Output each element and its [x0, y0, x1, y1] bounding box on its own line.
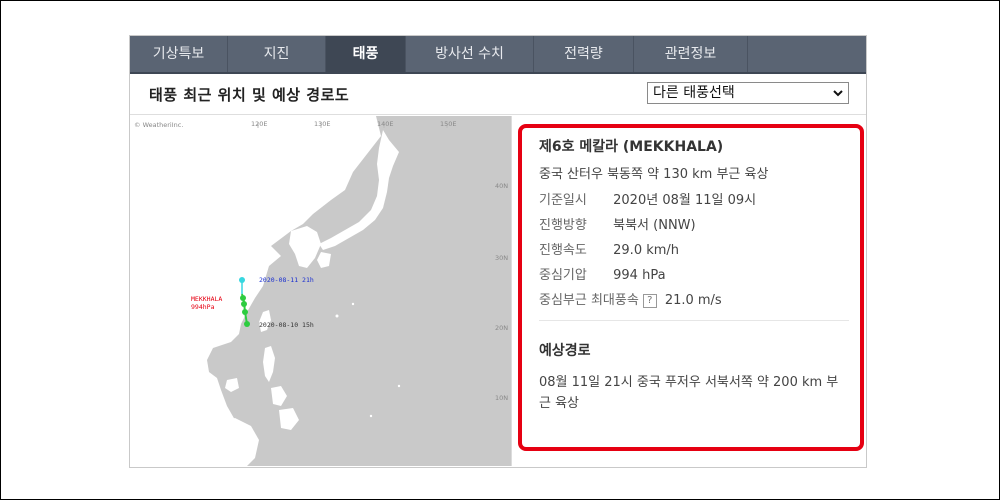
- info-row-direction: 진행방향 북북서 (NNW): [539, 214, 696, 233]
- track-point-start: [244, 321, 250, 327]
- lat-label-40n: 40N: [495, 182, 508, 190]
- lat-label-20n: 20N: [495, 324, 508, 332]
- storm-label-pressure: 994hPa: [191, 303, 215, 311]
- info-value: 29.0 km/h: [613, 243, 680, 258]
- track-point-1: [240, 295, 246, 301]
- typhoon-select[interactable]: 다른 태풍선택: [647, 82, 849, 104]
- forecast-title: 예상경로: [539, 343, 591, 359]
- tab-bar: 기상특보 지진 태풍 방사선 수치 전력량 관련정보: [130, 36, 866, 72]
- info-label: 기준일시: [539, 193, 587, 208]
- tab-power[interactable]: 전력량: [534, 36, 634, 72]
- map-copyright: © WeatheriInc.: [134, 121, 183, 129]
- info-label: 진행속도: [539, 243, 587, 258]
- typhoon-track-map: © WeatheriInc. 120E 130E 140E 150E 40N 3…: [131, 116, 511, 466]
- info-separator: [539, 320, 849, 321]
- track-end-time-label: 2020-08-11 21h: [259, 276, 314, 284]
- lat-label-30n: 30N: [495, 254, 508, 262]
- typhoon-name: 제6호 메칼라 (MEKKHALA): [539, 139, 724, 155]
- track-start-time-label: 2020-08-10 15h: [259, 321, 314, 329]
- forecast-text: 08월 11일 21시 중국 푸저우 서북서쪽 약 200 km 부근 육상: [539, 375, 839, 411]
- track-point-3: [242, 309, 248, 315]
- typhoon-info-panel: 제6호 메칼라 (MEKKHALA) 중국 산터우 북동쪽 약 130 km 부…: [518, 124, 864, 451]
- header-divider: [130, 114, 866, 115]
- lat-label-10n: 10N: [495, 394, 508, 402]
- typhoon-select-value: 다른 태풍선택: [653, 85, 735, 101]
- tab-typhoon[interactable]: 태풍: [326, 36, 406, 72]
- help-icon[interactable]: ?: [642, 293, 657, 308]
- tab-empty: [748, 36, 866, 72]
- tab-weather-warning[interactable]: 기상특보: [130, 36, 228, 72]
- forecast-position-marker: [239, 277, 245, 283]
- panel-divider: [511, 116, 512, 466]
- typhoon-location: 중국 산터우 북동쪽 약 130 km 부근 육상: [539, 167, 769, 182]
- info-value: 994 hPa: [613, 268, 666, 283]
- lon-label-120e: 120E: [251, 120, 268, 128]
- info-value: 2020년 08월 11일 09시: [613, 193, 757, 208]
- info-label: 중심부근 최대풍속: [539, 293, 639, 308]
- tab-earthquake[interactable]: 지진: [228, 36, 326, 72]
- info-label: 중심기압: [539, 268, 587, 283]
- lon-label-150e: 150E: [440, 120, 457, 128]
- track-point-2: [241, 301, 247, 307]
- info-row-speed: 진행속도 29.0 km/h: [539, 239, 679, 258]
- info-row-pressure: 중심기압 994 hPa: [539, 264, 666, 283]
- typhoon-widget: 기상특보 지진 태풍 방사선 수치 전력량 관련정보 태풍 최근 위치 및 예상…: [129, 35, 867, 468]
- chevron-down-icon: [832, 83, 844, 109]
- lon-label-130e: 130E: [314, 120, 331, 128]
- storm-label-name: MEKKHALA: [191, 295, 222, 303]
- page-title: 태풍 최근 위치 및 예상 경로도: [149, 86, 350, 104]
- tab-underline: [130, 72, 866, 74]
- info-row-reference-time: 기준일시 2020년 08월 11일 09시: [539, 189, 756, 208]
- tab-related-info[interactable]: 관련정보: [634, 36, 748, 72]
- tab-radiation[interactable]: 방사선 수치: [406, 36, 534, 72]
- info-value: 북북서 (NNW): [613, 218, 696, 233]
- info-label: 진행방향: [539, 218, 587, 233]
- lon-label-140e: 140E: [377, 120, 394, 128]
- info-value: 21.0 m/s: [664, 293, 722, 308]
- info-row-max-wind: 중심부근 최대풍속? 21.0 m/s: [539, 289, 722, 308]
